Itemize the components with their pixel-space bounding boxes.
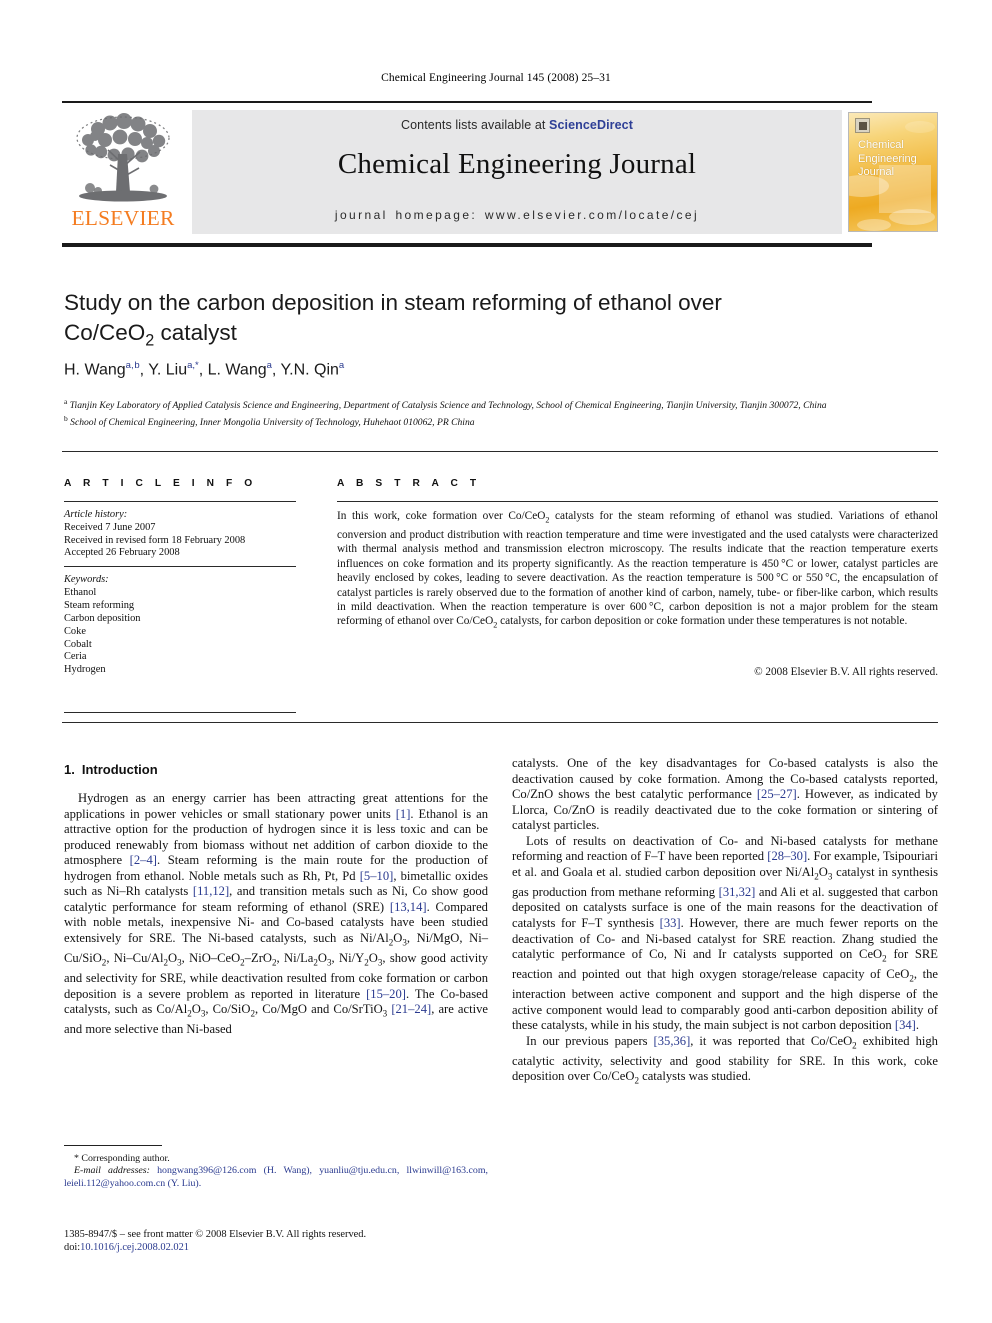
keywords-rule-bottom: [64, 712, 296, 714]
article-history-label: Article history:: [64, 509, 128, 520]
running-head: Chemical Engineering Journal 145 (2008) …: [381, 72, 611, 84]
journal-cover-thumbnail: Chemical Engineering Journal: [848, 112, 938, 232]
history-item: Accepted 26 February 2008: [64, 547, 180, 559]
journal-title: Chemical Engineering Journal: [337, 148, 697, 180]
abstract-rule: [337, 501, 938, 503]
header-bottom-rule: [62, 243, 872, 247]
issn-copyright-block: 1385-8947/$ – see front matter © 2008 El…: [64, 1228, 524, 1254]
elsevier-tree-icon: [76, 113, 170, 202]
cover-emblem-icon: [855, 118, 870, 133]
abstract-block-rule: [62, 722, 938, 724]
email-addresses-note: E-mail addresses: hongwang396@126.com (H…: [64, 1165, 488, 1190]
title-block-rule: [62, 451, 938, 453]
corresponding-author-note: * Corresponding author.: [74, 1153, 170, 1164]
history-item: Received 7 June 2007: [64, 521, 156, 533]
page-title-line1: Study on the carbon deposition in steam …: [64, 290, 722, 315]
keyword-item: Carbon deposition: [64, 612, 141, 624]
abstract-copyright: © 2008 Elsevier B.V. All rights reserved…: [754, 666, 938, 678]
section-title: Introduction: [81, 762, 158, 777]
abstract-text: In this work, coke formation over Co/CeO…: [337, 510, 939, 630]
header-top-rule: [62, 101, 872, 104]
keywords-rule-top: [64, 566, 296, 568]
section-heading-introduction: 1. Introduction: [64, 762, 488, 777]
keywords-block: Keywords: Ethanol Steam reforming Carbon…: [64, 574, 299, 677]
body-column-right: catalysts. One of the key disadvantages …: [512, 756, 938, 1090]
journal-article-page: Chemical Engineering Journal 145 (2008) …: [0, 0, 992, 1323]
doi-label: doi:: [64, 1242, 81, 1253]
keyword-item: Steam reforming: [64, 599, 135, 611]
affiliations: a Tianjin Key Laboratory of Applied Cata…: [64, 396, 864, 430]
affiliation-a: a Tianjin Key Laboratory of Applied Cata…: [64, 397, 827, 412]
keyword-item: Ceria: [64, 651, 87, 663]
history-item: Received in revised form 18 February 200…: [64, 534, 246, 546]
page-title-line2: Co/CeO2 catalyst: [64, 320, 237, 350]
keyword-item: Coke: [64, 625, 86, 637]
abstract-heading: A B S T R A C T: [337, 478, 481, 489]
author-list: H. Wanga, b, Y. Liua,*, L. Wanga, Y.N. Q…: [64, 360, 345, 379]
keyword-item: Cobalt: [64, 638, 92, 650]
elsevier-logo: ELSEVIER: [64, 110, 182, 234]
keywords-label: Keywords:: [64, 574, 109, 585]
contents-prefix-text: Contents lists available at: [401, 118, 550, 132]
cover-title: Chemical Engineering Journal: [858, 139, 917, 178]
article-info-rule: [64, 501, 296, 503]
section-number: 1.: [64, 762, 75, 777]
intro-paragraph-4: In our previous papers [35,36], it was r…: [512, 1033, 938, 1086]
sciencedirect-link[interactable]: ScienceDirect: [549, 118, 633, 132]
doi-line: doi:10.1016/j.cej.2008.02.021: [64, 1241, 524, 1254]
intro-paragraph-2: catalysts. One of the key disadvantages …: [512, 756, 938, 833]
affiliation-a-text: Tianjin Key Laboratory of Applied Cataly…: [69, 400, 827, 412]
footnote-rule: [64, 1145, 162, 1147]
body-column-left: 1. Introduction Hydrogen as an energy car…: [64, 762, 488, 1038]
doi-value[interactable]: 10.1016/j.cej.2008.02.021: [80, 1242, 189, 1253]
email-label: E-mail addresses:: [74, 1165, 150, 1177]
issn-line: 1385-8947/$ – see front matter © 2008 El…: [64, 1229, 367, 1240]
keyword-item: Hydrogen: [64, 664, 106, 676]
contents-available-line: Contents lists available at ScienceDirec…: [192, 118, 842, 132]
footnote-block: * Corresponding author. E-mail addresses…: [64, 1153, 488, 1190]
affiliation-b-text: School of Chemical Engineering, Inner Mo…: [70, 416, 475, 428]
intro-paragraph-1: Hydrogen as an energy carrier has been a…: [64, 791, 489, 1037]
page-title: Study on the carbon deposition in steam …: [64, 288, 864, 356]
article-history: Article history: Received 7 June 2007 Re…: [64, 509, 299, 560]
article-info-heading: A R T I C L E I N F O: [64, 478, 257, 489]
elsevier-wordmark: ELSEVIER: [71, 206, 175, 230]
keyword-item: Ethanol: [64, 586, 97, 598]
affiliation-b: b School of Chemical Engineering, Inner …: [64, 413, 475, 428]
journal-homepage-line[interactable]: journal homepage: www.elsevier.com/locat…: [192, 208, 842, 222]
intro-paragraph-3: Lots of results on deactivation of Co- a…: [512, 833, 938, 1033]
